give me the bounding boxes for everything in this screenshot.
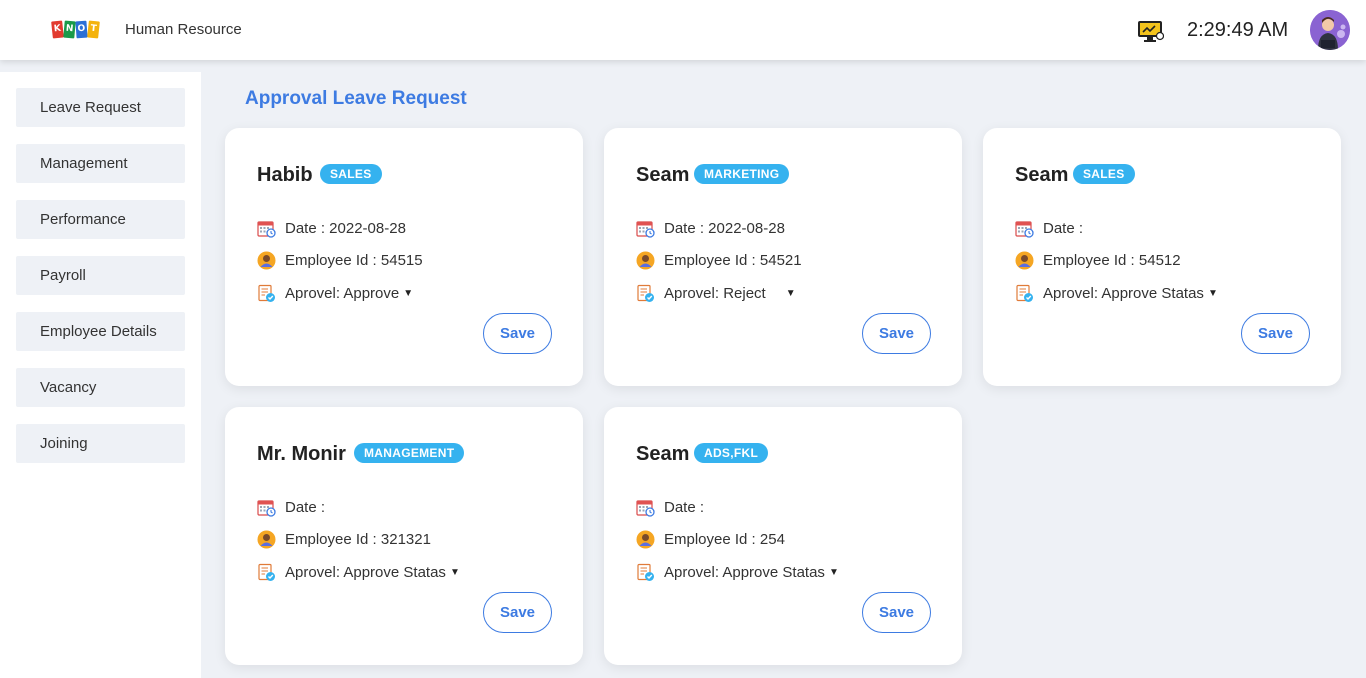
approval-select[interactable]: Aprovel: Approve Statas ▼ — [636, 561, 839, 583]
department-badge: SALES — [320, 164, 382, 184]
calendar-icon — [257, 498, 276, 517]
calendar-icon — [636, 219, 655, 238]
leave-request-card: Seam ADS,FKL Date : Employee Id : 254 Ap… — [604, 407, 962, 665]
chevron-down-icon[interactable]: ▼ — [403, 288, 413, 299]
approval-icon — [257, 284, 276, 303]
clock: 2:29:49 AM — [1187, 19, 1289, 41]
sidebar-item-performance[interactable]: Performance — [16, 200, 185, 239]
logo-letter: K — [51, 20, 64, 39]
approval-icon — [1015, 284, 1034, 303]
employee-name: Habib — [257, 164, 313, 186]
approval-select[interactable]: Aprovel: Approve Statas ▼ — [257, 561, 460, 583]
chevron-down-icon[interactable]: ▼ — [1208, 288, 1218, 299]
user-icon — [1015, 251, 1034, 270]
save-button[interactable]: Save — [862, 313, 931, 354]
top-header: K N O T Human Resource 2:29:49 AM — [0, 0, 1366, 60]
sidebar-item-employee-details[interactable]: Employee Details — [16, 312, 185, 351]
approval-icon — [257, 563, 276, 582]
approval-label: Aprovel: Approve Statas — [1043, 284, 1204, 302]
employee-name: Seam — [636, 164, 690, 186]
date-row: Date : — [636, 496, 704, 518]
chevron-down-icon[interactable]: ▼ — [829, 567, 839, 578]
employee-name: Seam — [1015, 164, 1069, 186]
date-row: Date : — [257, 496, 325, 518]
leave-request-card: Habib SALES Date : 2022-08-28 Employee I… — [225, 128, 583, 386]
date-row: Date : — [1015, 217, 1083, 239]
save-button[interactable]: Save — [483, 313, 552, 354]
chevron-down-icon[interactable]: ▼ — [786, 288, 796, 299]
approval-icon — [636, 284, 655, 303]
approval-label: Aprovel: Approve Statas — [285, 563, 446, 581]
date-row: Date : 2022-08-28 — [257, 217, 406, 239]
employee-id-row: Employee Id : 321321 — [257, 528, 431, 550]
monitor-icon[interactable] — [1138, 20, 1164, 42]
leave-request-card: Mr. Monir MANAGEMENT Date : Employee Id … — [225, 407, 583, 665]
calendar-icon — [257, 219, 276, 238]
employee-id-label: Employee Id : 54521 — [664, 251, 802, 269]
date-label: Date : — [1043, 219, 1084, 237]
save-button[interactable]: Save — [483, 592, 552, 633]
date-label: Date : 2022-08-28 — [285, 219, 406, 237]
leave-request-card: Seam SALES Date : Employee Id : 54512 Ap… — [983, 128, 1341, 386]
employee-id-row: Employee Id : 54512 — [1015, 249, 1181, 271]
sidebar-item-joining[interactable]: Joining — [16, 424, 185, 463]
employee-id-label: Employee Id : 54512 — [1043, 251, 1181, 269]
date-row: Date : 2022-08-28 — [636, 217, 785, 239]
user-icon — [636, 530, 655, 549]
save-button[interactable]: Save — [862, 592, 931, 633]
employee-id-row: Employee Id : 54521 — [636, 249, 802, 271]
user-icon — [257, 251, 276, 270]
knot-logo[interactable]: K N O T — [51, 20, 100, 39]
employee-id-label: Employee Id : 321321 — [285, 530, 431, 548]
employee-name: Mr. Monir — [257, 443, 346, 465]
user-icon — [257, 530, 276, 549]
page-title: Approval Leave Request — [245, 88, 467, 109]
approval-label: Aprovel: Approve Statas — [664, 563, 825, 581]
calendar-icon — [636, 498, 655, 517]
sidebar-item-payroll[interactable]: Payroll — [16, 256, 185, 295]
logo-letter: O — [75, 20, 88, 39]
department-badge: MANAGEMENT — [354, 443, 465, 463]
app-title: Human Resource — [125, 21, 242, 38]
sidebar-item-management[interactable]: Management — [16, 144, 185, 183]
approval-select[interactable]: Aprovel: Approve Statas ▼ — [1015, 282, 1218, 304]
department-badge: MARKETING — [694, 164, 790, 184]
sidebar-item-vacancy[interactable]: Vacancy — [16, 368, 185, 407]
employee-id-label: Employee Id : 254 — [664, 530, 785, 548]
department-badge: ADS,FKL — [694, 443, 769, 463]
date-label: Date : 2022-08-28 — [664, 219, 785, 237]
department-badge: SALES — [1073, 164, 1135, 184]
leave-request-card: Seam MARKETING Date : 2022-08-28 Employe… — [604, 128, 962, 386]
employee-id-label: Employee Id : 54515 — [285, 251, 423, 269]
calendar-icon — [1015, 219, 1034, 238]
approval-select[interactable]: Aprovel: Approve ▼ — [257, 282, 413, 304]
approval-label: Aprovel: Reject — [664, 284, 766, 302]
date-label: Date : — [664, 498, 705, 516]
date-label: Date : — [285, 498, 326, 516]
logo-letter: T — [87, 20, 100, 39]
employee-name: Seam — [636, 443, 690, 465]
logo-letter: N — [63, 20, 76, 39]
approval-select[interactable]: Aprovel: Reject ▼ — [636, 282, 796, 304]
sidebar: Leave Request Management Performance Pay… — [0, 72, 201, 678]
chevron-down-icon[interactable]: ▼ — [450, 567, 460, 578]
approval-icon — [636, 563, 655, 582]
employee-id-row: Employee Id : 254 — [636, 528, 785, 550]
user-icon — [636, 251, 655, 270]
sidebar-item-leave-request[interactable]: Leave Request — [16, 88, 185, 127]
approval-label: Aprovel: Approve — [285, 284, 400, 302]
avatar[interactable] — [1310, 10, 1350, 50]
save-button[interactable]: Save — [1241, 313, 1310, 354]
employee-id-row: Employee Id : 54515 — [257, 249, 423, 271]
